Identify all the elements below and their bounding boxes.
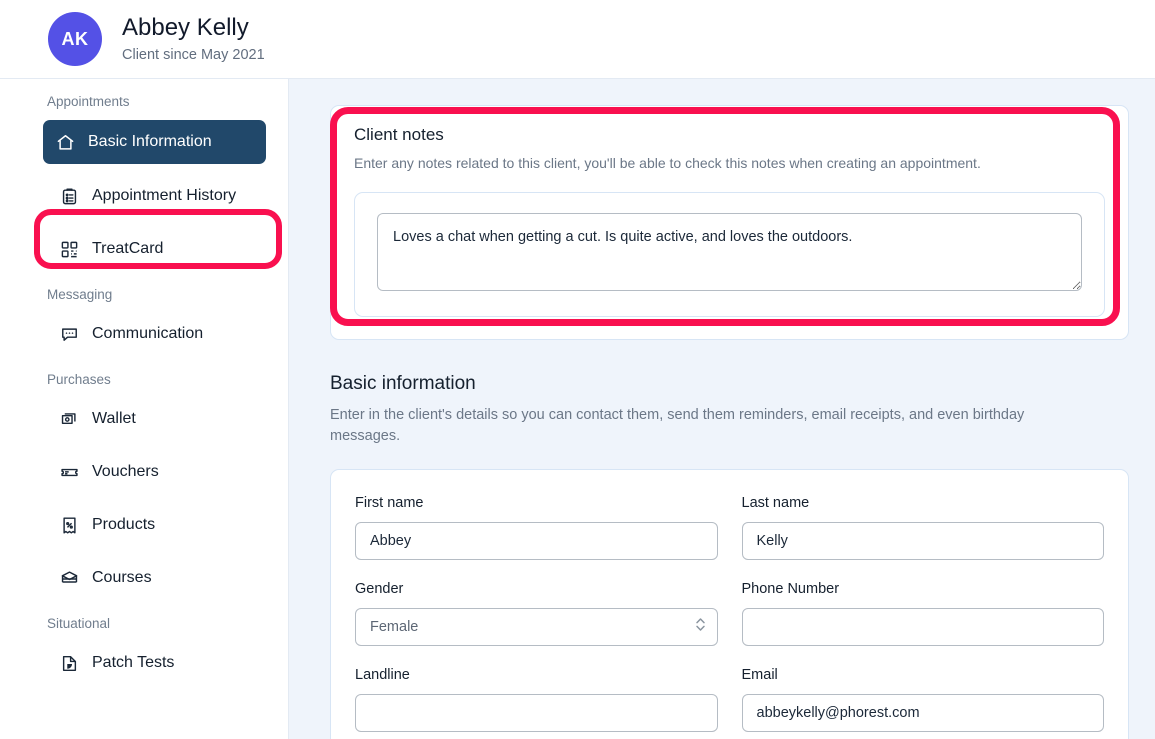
main-content: Client notes Enter any notes related to … xyxy=(289,79,1155,739)
phone-number-input[interactable] xyxy=(741,608,1104,646)
last-name-input[interactable] xyxy=(741,522,1104,560)
sidebar-item-courses[interactable]: Courses xyxy=(47,557,262,599)
email-label: Email xyxy=(741,667,778,683)
layers-icon xyxy=(59,568,79,588)
form-row-landline-email: Landline Email xyxy=(355,666,1104,732)
header-text-block: Abbey Kelly Client since May 2021 xyxy=(122,14,265,64)
client-notes-textarea[interactable]: Loves a chat when getting a cut. Is quit… xyxy=(377,213,1082,291)
gender-select-wrapper: Female xyxy=(355,608,718,646)
phone-number-label: Phone Number xyxy=(741,581,840,597)
sidebar-item-label: Vouchers xyxy=(92,463,159,480)
basic-information-subtitle: Enter in the client's details so you can… xyxy=(330,407,1025,444)
basic-information-heading: Basic information xyxy=(330,373,476,394)
client-notes-title: Client notes xyxy=(354,125,444,144)
first-name-input[interactable] xyxy=(355,522,718,560)
field-group-first-name: First name xyxy=(355,494,718,560)
home-icon xyxy=(55,132,75,152)
sidebar-section-appointments-title: Appointments xyxy=(47,94,130,109)
clipboard-list-icon xyxy=(59,186,79,206)
basic-information-form-card: First name Last name Gender Female xyxy=(330,469,1129,739)
landline-input[interactable] xyxy=(355,694,718,732)
sidebar-item-products[interactable]: Products xyxy=(47,504,262,546)
gender-select[interactable]: Female xyxy=(355,608,718,646)
sidebar-item-label: Basic Information xyxy=(88,133,212,150)
sidebar-item-appointment-history[interactable]: Appointment History xyxy=(47,175,262,217)
sidebar: Appointments Basic Information Appointme… xyxy=(0,79,289,739)
landline-label: Landline xyxy=(355,667,410,683)
sidebar-section-messaging-title: Messaging xyxy=(47,287,113,302)
sidebar-item-basic-information[interactable]: Basic Information xyxy=(43,120,266,164)
page-body: Appointments Basic Information Appointme… xyxy=(0,79,1155,739)
chat-bubble-icon xyxy=(59,324,79,344)
receipt-percent-icon xyxy=(59,515,79,535)
gender-label: Gender xyxy=(355,581,404,597)
field-group-last-name: Last name xyxy=(741,494,1104,560)
field-group-gender: Gender Female xyxy=(355,580,718,646)
patch-test-icon xyxy=(59,653,79,673)
form-row-gender-phone: Gender Female Phone Number xyxy=(355,580,1104,646)
sidebar-item-label: TreatCard xyxy=(92,240,164,257)
sidebar-item-vouchers[interactable]: Vouchers xyxy=(47,451,262,493)
sidebar-item-label: Appointment History xyxy=(92,187,237,204)
sidebar-item-label: Wallet xyxy=(92,410,136,427)
sidebar-section-situational-title: Situational xyxy=(47,616,111,631)
wallet-icon xyxy=(59,409,79,429)
last-name-label: Last name xyxy=(741,495,810,511)
client-notes-inner-box: Loves a chat when getting a cut. Is quit… xyxy=(354,192,1105,317)
field-group-landline: Landline xyxy=(355,666,718,732)
form-row-names: First name Last name xyxy=(355,494,1104,560)
sidebar-item-label: Communication xyxy=(92,325,204,342)
field-group-email: Email xyxy=(741,666,1104,732)
client-header: AK Abbey Kelly Client since May 2021 xyxy=(0,0,1155,79)
sidebar-item-label: Courses xyxy=(92,569,152,586)
sidebar-item-wallet[interactable]: Wallet xyxy=(47,398,262,440)
sidebar-item-patch-tests[interactable]: Patch Tests xyxy=(47,642,262,684)
client-notes-subtitle: Enter any notes related to this client, … xyxy=(354,155,981,171)
sidebar-item-communication[interactable]: Communication xyxy=(47,313,262,355)
client-notes-card: Client notes Enter any notes related to … xyxy=(330,105,1129,340)
page-title: Abbey Kelly xyxy=(122,14,249,41)
sidebar-section-purchases-title: Purchases xyxy=(47,372,111,387)
avatar: AK xyxy=(48,12,102,66)
first-name-label: First name xyxy=(355,495,424,511)
field-group-phone-number: Phone Number xyxy=(741,580,1104,646)
client-since-label: Client since May 2021 xyxy=(122,47,265,63)
qr-code-icon xyxy=(59,239,79,259)
email-input[interactable] xyxy=(741,694,1104,732)
sidebar-item-label: Patch Tests xyxy=(92,654,175,671)
voucher-ticket-icon xyxy=(59,462,79,482)
sidebar-item-label: Products xyxy=(92,516,156,533)
sidebar-item-treatcard[interactable]: TreatCard xyxy=(47,228,262,270)
